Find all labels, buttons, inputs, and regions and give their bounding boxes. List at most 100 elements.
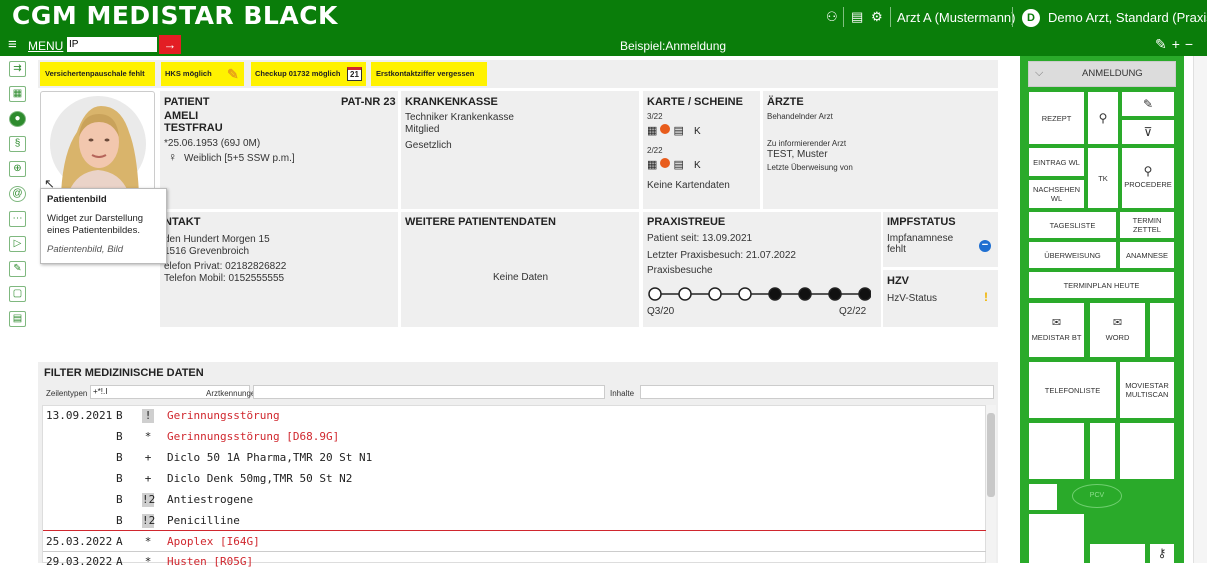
contact-panel: NTAKT den Hundert Morgen 15 1516 Grevenb… <box>160 212 398 327</box>
terminzettel-button[interactable]: TERMIN ZETTEL <box>1120 212 1174 238</box>
timeline-icon[interactable]: ⋯ <box>9 211 26 227</box>
hzv-panel: HZV HzV-Status ! <box>883 270 998 327</box>
record-icon[interactable]: ● <box>9 111 26 127</box>
command-input[interactable] <box>67 37 157 52</box>
empty-slot[interactable] <box>1090 423 1115 479</box>
empty-slot[interactable] <box>1150 303 1174 357</box>
table-row[interactable]: 29.03.2022 A * Husten [R05G] <box>43 552 987 572</box>
loyalty-panel: PRAXISTREUE Patient seit: 13.09.2021 Let… <box>643 212 881 327</box>
empty-slot[interactable] <box>1120 423 1174 479</box>
telefonliste-button[interactable]: TELEFONLISTE <box>1029 362 1116 418</box>
person-camera-icon[interactable]: ⚲ <box>1088 92 1118 144</box>
alert-checkup[interactable]: Checkup 01732 möglich 21 <box>251 62 366 86</box>
visit-dot <box>828 287 842 301</box>
row-type: A <box>116 535 123 548</box>
row-mark: !2 <box>142 514 156 528</box>
menu-button[interactable]: MENU <box>28 39 63 53</box>
page-scrollbar[interactable] <box>1193 56 1207 563</box>
table-row[interactable]: B + Diclo 50 1A Pharma,TMR 20 St N1 <box>43 448 987 468</box>
anmeldung-dropdown[interactable]: ⌵ ANMELDUNG <box>1028 61 1176 87</box>
arzt-label: Arztkennungen <box>206 389 260 398</box>
row-mark: + <box>144 451 152 464</box>
alert-hks[interactable]: HKS möglich ✎ <box>161 62 244 86</box>
alert-erstkontakt[interactable]: Erstkontaktziffer vergessen <box>371 62 487 86</box>
table-row[interactable]: B !2 Penicilline <box>43 511 987 531</box>
medistar-bt-button[interactable]: ✉ MEDISTAR BT <box>1029 303 1084 357</box>
row-divider <box>43 530 987 531</box>
hzv-header: HZV <box>887 275 909 287</box>
separator <box>843 7 844 27</box>
row-type: A <box>116 555 123 568</box>
word-button[interactable]: ✉ WORD <box>1090 303 1145 357</box>
edit-icon[interactable]: ✎ <box>9 261 26 277</box>
card-icon[interactable]: ▦ <box>9 86 26 102</box>
rezept-button[interactable]: REZEPT <box>1029 92 1084 144</box>
tooltip-desc: Widget zur Darstellung eines Patientenbi… <box>47 213 144 236</box>
settings-icon[interactable]: ⚙ <box>871 9 883 25</box>
document-icon[interactable]: ▤ <box>9 311 26 327</box>
tk-button[interactable]: TK <box>1088 148 1118 208</box>
table-row[interactable]: 25.03.2022 A * Apoplex [I64G] <box>43 532 987 552</box>
table-row[interactable]: 13.09.2021 B ! Gerinnungsstörung <box>43 406 987 426</box>
visits-timeline <box>648 287 871 301</box>
terminplan-button[interactable]: TERMINPLAN HEUTE <box>1029 272 1174 298</box>
stethoscope-icon[interactable]: § <box>9 136 26 152</box>
clipboard-icon[interactable]: ▢ <box>9 286 26 302</box>
window-controls[interactable]: ✎+− <box>1155 36 1198 53</box>
current-doctor[interactable]: Arzt A (Mustermann) <box>897 10 1015 25</box>
inhalte-input[interactable] <box>640 385 994 399</box>
inhalte-label: Inhalte <box>610 389 635 398</box>
table-scrollbar[interactable] <box>986 405 996 563</box>
video-icon[interactable]: ▷ <box>9 236 26 252</box>
patient-photo[interactable] <box>40 91 155 193</box>
moviestar-button[interactable]: MOVIESTAR MULTISCAN <box>1120 362 1174 418</box>
avatar[interactable]: D <box>1022 9 1040 27</box>
card-row-2[interactable]: ▦ ▤ K <box>647 158 701 171</box>
filter-icon[interactable]: ⊽ <box>1122 120 1174 144</box>
minus-circle-icon[interactable]: − <box>979 240 991 252</box>
nachsehen-wl-button[interactable]: NACHSEHEN WL <box>1029 180 1084 208</box>
vaccination-header: IMPFSTATUS <box>887 216 956 228</box>
insurance-type: Gesetzlich <box>405 140 452 151</box>
medical-data-table[interactable]: 13.09.2021 B ! Gerinnungsstörung B * Ger… <box>42 405 987 568</box>
table-row[interactable]: B !2 Antiestrogene <box>43 490 987 510</box>
more-data-panel: WEITERE PATIENTENDATEN Keine Daten <box>401 212 639 327</box>
hamburger-icon[interactable]: ≡ <box>8 36 17 53</box>
row-mark: !2 <box>142 493 156 507</box>
user-name[interactable]: Demo Arzt, Standard (Praxis) <box>1048 10 1207 25</box>
tagesliste-button[interactable]: TAGESLISTE <box>1029 212 1116 238</box>
at-icon[interactable]: @ <box>9 186 26 202</box>
empty-slot[interactable] <box>1090 544 1145 563</box>
medical-icon[interactable]: ⊕ <box>9 161 26 177</box>
row-type: B <box>116 493 123 506</box>
card-row-1[interactable]: ▦ ▤ K <box>647 124 701 137</box>
row-text: Gerinnungsstörung <box>167 409 280 422</box>
procedere-label: PROCEDERE <box>1124 180 1172 189</box>
export-icon[interactable]: ⇉ <box>9 61 26 77</box>
eintrag-wl-button[interactable]: EINTRAG WL <box>1029 148 1084 176</box>
pcv-button[interactable]: PCV <box>1072 484 1122 508</box>
empty-slot[interactable] <box>1029 484 1057 510</box>
scroll-thumb[interactable] <box>987 413 995 497</box>
table-row[interactable]: B + Diclo Denk 50mg,TMR 50 St N2 <box>43 469 987 489</box>
more-data-none: Keine Daten <box>493 272 549 283</box>
mail-icon: ✉ <box>1051 316 1062 329</box>
arzt-input[interactable] <box>253 385 605 399</box>
empty-slot[interactable] <box>1029 514 1084 563</box>
row-type: B <box>116 409 123 422</box>
procedere-button[interactable]: ⚲ PROCEDERE <box>1122 148 1174 208</box>
anamnese-button[interactable]: ANAMNESE <box>1120 242 1174 268</box>
alert-versichertenpauschale[interactable]: Versichertenpauschale fehlt <box>40 62 155 86</box>
visit-dot <box>858 287 871 301</box>
left-toolbar <box>0 56 33 563</box>
ueberweisung-button[interactable]: ÜBERWEISUNG <box>1029 242 1116 268</box>
pen-icon[interactable]: ✎ <box>1122 92 1174 116</box>
users-icon[interactable]: ⚇ <box>826 9 838 25</box>
app-logo: CGM MEDISTAR BLACK <box>12 1 338 30</box>
go-arrow-button[interactable]: → <box>159 35 181 54</box>
zeilentypen-label: Zeilentypen <box>46 389 88 398</box>
empty-slot[interactable] <box>1029 423 1084 479</box>
card-reader-icon[interactable]: ▤ <box>851 9 863 25</box>
key-icon[interactable]: ⚷ <box>1150 544 1174 563</box>
table-row[interactable]: B * Gerinnungsstörung [D68.9G] <box>43 427 987 447</box>
